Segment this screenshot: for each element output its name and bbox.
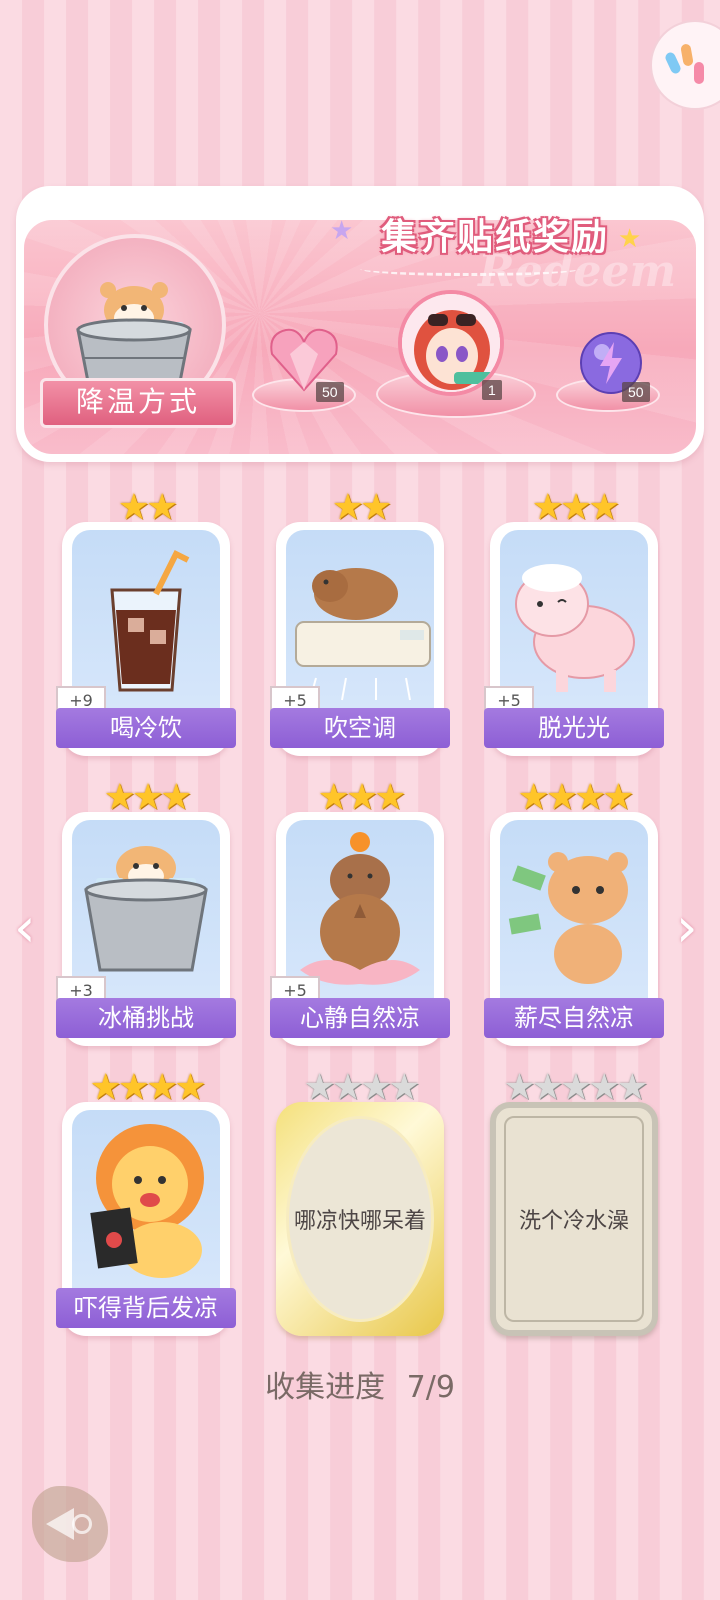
dashed-divider bbox=[360, 262, 580, 276]
locked-sticker-card[interactable]: ★★★★★ 洗个冷水澡 bbox=[490, 1070, 658, 1336]
sticker-card[interactable]: ★★★★ 薪尽自然凉 bbox=[484, 780, 664, 1046]
sticker-card[interactable]: ★★★ +5 脱光光 bbox=[484, 490, 664, 756]
sheared-sheep-icon bbox=[515, 564, 635, 692]
locked-card-label: 哪凉快哪呆着 bbox=[286, 1116, 434, 1322]
capybara-air-conditioner-icon bbox=[295, 568, 431, 701]
hamster-ice-bucket-icon bbox=[84, 846, 208, 972]
prev-page-arrow-icon[interactable]: ‹ bbox=[14, 901, 40, 955]
star-rating: ★★★★ bbox=[89, 1067, 206, 1108]
card-label: 心静自然凉 bbox=[270, 998, 450, 1038]
purple-star-icon: ★ bbox=[330, 216, 354, 246]
card-label: 喝冷饮 bbox=[56, 708, 236, 748]
paint-drop-icon bbox=[663, 50, 683, 76]
sticker-card[interactable]: ★★★ +3 冰桶挑战 bbox=[56, 780, 236, 1046]
collection-progress: 收集进度 7/9 bbox=[0, 1362, 720, 1406]
star-rating: ★★★ bbox=[317, 777, 407, 818]
reward-count: 50 bbox=[622, 382, 650, 402]
sticker-card[interactable]: ★★★ +5 心静自然凉 bbox=[270, 780, 450, 1046]
meditating-capybara-icon bbox=[300, 832, 420, 985]
corner-menu-button[interactable] bbox=[650, 20, 720, 110]
card-label: 吓得背后发凉 bbox=[56, 1288, 236, 1328]
locked-sticker-card[interactable]: ★★★★ 哪凉快哪呆着 bbox=[276, 1070, 444, 1336]
paint-drop-icon bbox=[680, 43, 694, 67]
sticker-card[interactable]: ★★ +9 喝冷饮 bbox=[56, 490, 236, 756]
reward-count: 1 bbox=[482, 380, 502, 400]
iced-cola-drink-icon bbox=[110, 549, 190, 692]
star-rating: ★★ bbox=[117, 487, 179, 528]
star-rating: ★★★ bbox=[103, 777, 193, 818]
back-button[interactable] bbox=[32, 1486, 108, 1562]
sticker-card[interactable]: ★★ +5 吹空调 bbox=[270, 490, 450, 756]
reward-count: 50 bbox=[316, 382, 344, 402]
locked-card-label: 洗个冷水澡 bbox=[518, 1209, 629, 1234]
card-label: 冰桶挑战 bbox=[56, 998, 236, 1038]
back-circle-icon bbox=[72, 1514, 92, 1534]
star-rating: ★★★★ bbox=[303, 1067, 420, 1108]
current-set-ribbon: 降温方式 bbox=[40, 378, 236, 428]
star-rating: ★★★ bbox=[531, 487, 621, 528]
star-rating: ★★★★ bbox=[517, 777, 634, 818]
back-arrow-icon bbox=[46, 1508, 74, 1540]
banner-title: 集齐贴纸奖励 bbox=[380, 217, 609, 258]
card-label: 吹空调 bbox=[270, 708, 450, 748]
crying-bear-money-icon bbox=[508, 852, 628, 984]
card-label: 脱光光 bbox=[484, 708, 664, 748]
sticker-card[interactable]: ★★★★ 吓得背后发凉 bbox=[56, 1070, 236, 1336]
scared-lion-horror-film-icon bbox=[90, 1124, 204, 1278]
next-page-arrow-icon[interactable]: › bbox=[676, 901, 702, 955]
card-label: 薪尽自然凉 bbox=[484, 998, 664, 1038]
star-rating: ★★★★★ bbox=[503, 1067, 648, 1108]
progress-value: 7/9 bbox=[406, 1370, 455, 1405]
progress-label: 收集进度 bbox=[265, 1370, 386, 1405]
star-rating: ★★ bbox=[331, 487, 393, 528]
paint-drop-icon bbox=[694, 62, 704, 84]
